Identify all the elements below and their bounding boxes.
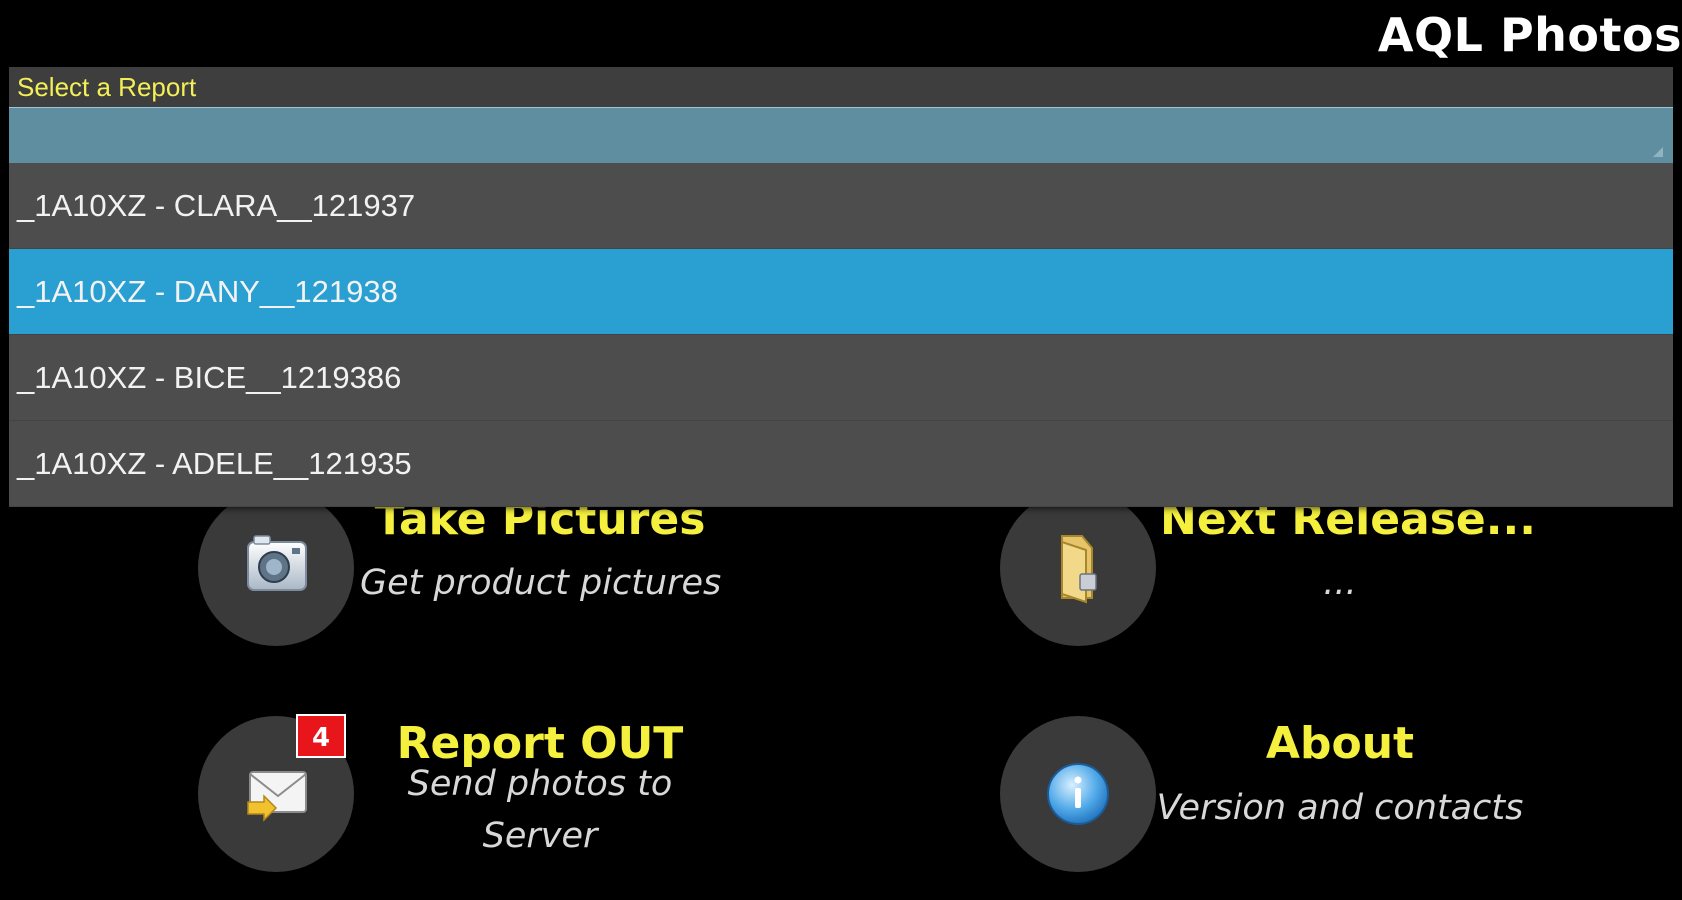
report-option[interactable]: _1A10XZ - BICE__1219386 xyxy=(9,335,1673,421)
report-options-list[interactable]: _1A10XZ - CLARA__121937 _1A10XZ - DANY__… xyxy=(9,163,1673,507)
about-subtitle: Version and contacts xyxy=(1156,788,1524,828)
dropdown-label: Select a Report xyxy=(17,72,197,102)
about-icon-circle[interactable] xyxy=(1000,716,1156,872)
about-title: About xyxy=(1265,718,1415,769)
app-screen: Take Pictures Get product pictures Next … xyxy=(0,0,1682,900)
report-option[interactable]: _1A10XZ - CLARA__121937 xyxy=(9,163,1673,249)
report-select-field[interactable] xyxy=(9,107,1673,163)
report-select-dropdown[interactable]: Select a Report _1A10XZ - CLARA__121937 … xyxy=(9,67,1673,507)
report-option-selected[interactable]: _1A10XZ - DANY__121938 xyxy=(9,249,1673,335)
report-out-title: Report OUT xyxy=(396,718,684,769)
report-out-count-badge: 4 xyxy=(296,714,346,758)
next-release-subtitle: ... xyxy=(1323,563,1357,603)
next-release-icon-circle[interactable] xyxy=(1000,490,1156,646)
app-title: AQL Photos xyxy=(1377,8,1682,62)
info-icon xyxy=(1047,763,1109,825)
report-out-subtitle-line1: Send photos to xyxy=(407,764,673,804)
folder-icon xyxy=(1061,535,1097,604)
report-option[interactable]: _1A10XZ - ADELE__121935 xyxy=(9,421,1673,507)
camera-icon xyxy=(247,535,307,591)
report-out-subtitle-line2: Server xyxy=(482,816,598,856)
dropdown-arrow-icon[interactable] xyxy=(1653,147,1663,157)
dropdown-header: Select a Report xyxy=(9,67,1673,107)
take-pictures-icon-circle[interactable] xyxy=(198,490,354,646)
take-pictures-subtitle: Get product pictures xyxy=(360,563,722,603)
